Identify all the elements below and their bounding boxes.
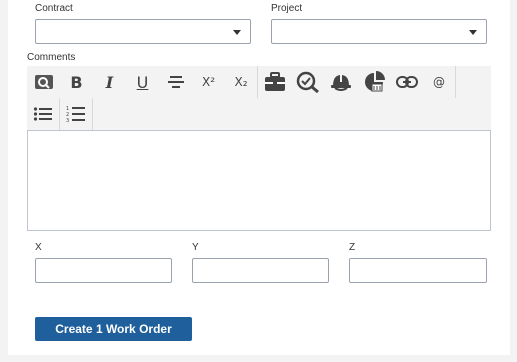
subscript-button[interactable]: X₂ — [225, 66, 258, 98]
contract-label: Contract — [35, 3, 73, 14]
y-input[interactable] — [192, 258, 329, 283]
inspect-button[interactable] — [291, 66, 324, 98]
contract-select[interactable] — [35, 19, 251, 44]
x-input[interactable] — [35, 258, 172, 283]
mention-button[interactable]: @ — [423, 66, 456, 98]
link-icon — [395, 76, 418, 88]
x-label: X — [35, 242, 42, 253]
superscript-button[interactable]: X² — [192, 66, 225, 98]
italic-button[interactable]: I — [93, 66, 126, 98]
comments-toolbar: B I U X² X₂ @ 1 2 3 — [27, 66, 491, 130]
svg-text:3: 3 — [66, 118, 69, 123]
comments-editor[interactable] — [27, 130, 491, 231]
superscript-icon: X² — [201, 75, 216, 89]
numbered-list-icon: 1 2 3 — [66, 106, 85, 123]
work-order-form: Contract Project Comments B I U X² X₂ @ … — [8, 0, 510, 355]
project-label: Project — [271, 3, 303, 14]
toolbox-button[interactable] — [258, 66, 291, 98]
preview-icon — [34, 75, 53, 89]
chevron-down-icon — [469, 30, 477, 35]
strikethrough-button[interactable] — [159, 66, 192, 98]
safety-button[interactable] — [324, 66, 357, 98]
at-sign-icon: @ — [433, 75, 445, 89]
link-button[interactable] — [390, 66, 423, 98]
preview-button[interactable] — [27, 66, 60, 98]
subscript-icon: X₂ — [234, 75, 248, 89]
underline-icon: U — [136, 72, 149, 92]
bold-icon: B — [70, 72, 83, 92]
bold-button[interactable]: B — [60, 66, 93, 98]
chevron-down-icon — [233, 30, 241, 35]
italic-icon: I — [105, 72, 114, 92]
comments-label: Comments — [27, 52, 76, 63]
y-label: Y — [192, 242, 199, 253]
meter-icon — [364, 71, 385, 92]
strikethrough-icon — [167, 76, 184, 88]
hard-hat-icon — [330, 74, 351, 91]
meter-button[interactable] — [357, 66, 390, 98]
project-select[interactable] — [271, 19, 487, 44]
toolbox-icon — [264, 72, 285, 91]
inspect-icon — [296, 71, 319, 93]
z-label: Z — [349, 242, 356, 253]
create-work-order-button[interactable]: Create 1 Work Order — [35, 317, 192, 341]
z-input[interactable] — [349, 258, 487, 283]
numbered-list-button[interactable]: 1 2 3 — [60, 98, 93, 130]
underline-button[interactable]: U — [126, 66, 159, 98]
bulleted-list-icon — [33, 107, 52, 121]
bulleted-list-button[interactable] — [27, 98, 60, 130]
